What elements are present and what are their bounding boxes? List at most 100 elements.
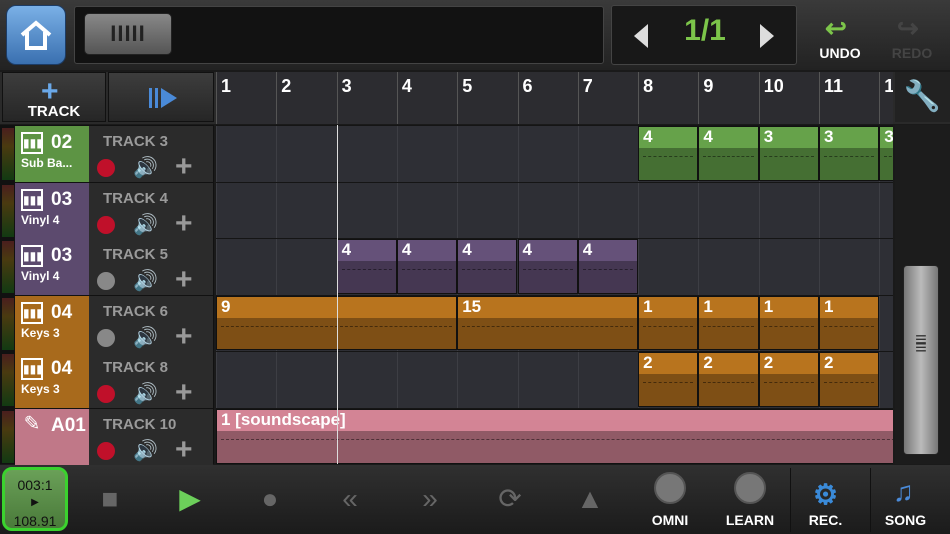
arrangement-grid[interactable]: 4 4 3 3 3 4 4 4 4 4 9 15 1 1 1 1 2 2 2 2 1 [soundscape] [216, 125, 893, 464]
stop-icon: ■ [101, 483, 119, 514]
omni-button[interactable]: OMNI [635, 468, 705, 532]
ruler-bar-number: 5 [457, 72, 472, 124]
track-controls: TRACK 5 🔊 + [89, 239, 213, 297]
clip[interactable]: 2 [698, 352, 759, 407]
record-arm-button[interactable] [97, 215, 115, 234]
instrument-name: Vinyl 4 [21, 269, 60, 284]
track-name[interactable]: TRACK 6 [103, 303, 168, 320]
speaker-icon[interactable]: 🔊 [133, 212, 158, 237]
clip[interactable]: 2 [819, 352, 880, 407]
settings-wrench-icon[interactable]: 🔧 [895, 72, 950, 122]
add-plus-icon[interactable]: + [175, 263, 193, 297]
speaker-icon[interactable]: 🔊 [133, 381, 158, 406]
clip[interactable]: 4 [457, 239, 518, 294]
track-name[interactable]: TRACK 8 [103, 359, 168, 376]
omni-label: OMNI [651, 512, 689, 528]
stop-button[interactable]: ■ [80, 470, 140, 530]
speaker-icon[interactable]: 🔊 [133, 155, 158, 180]
clip-content [824, 382, 875, 384]
clip[interactable]: 3 [819, 126, 880, 181]
song-button[interactable]: ♫ SONG [870, 468, 940, 532]
record-arm-button[interactable] [97, 272, 115, 291]
track-header[interactable]: ▮▮▮ 02 Sub Ba... TRACK 3 🔊 + [0, 126, 214, 184]
follow-playhead-button[interactable] [108, 72, 214, 122]
clip[interactable]: 1 [698, 295, 759, 351]
speaker-icon[interactable]: 🔊 [133, 268, 158, 293]
track-controls: TRACK 10 🔊 + [89, 409, 213, 467]
clip[interactable]: 2 [638, 352, 699, 407]
track-name[interactable]: TRACK 10 [103, 416, 176, 433]
add-plus-icon[interactable]: + [175, 320, 193, 354]
clip[interactable]: 4 [638, 126, 699, 181]
speaker-icon[interactable]: 🔊 [133, 325, 158, 350]
record-arm-button[interactable] [97, 442, 115, 460]
track-header[interactable]: ▮▮▮ 04 Keys 3 TRACK 6 🔊 + [0, 295, 214, 354]
clip[interactable]: 1 [soundscape] [216, 409, 893, 464]
instrument-tag[interactable]: ▮▮▮ 04 Keys 3 [15, 295, 89, 352]
track-header[interactable]: ▮▮▮ 03 Vinyl 4 TRACK 4 🔊 + [0, 182, 214, 241]
level-meter [2, 297, 14, 350]
clip[interactable]: 4 [517, 239, 578, 294]
metronome-button[interactable]: ▲ [560, 470, 620, 530]
keyboard-icon: ▮▮▮ [21, 132, 43, 154]
rewind-button[interactable]: « [320, 470, 380, 530]
instrument-tag[interactable]: ▮▮▮ 02 Sub Ba... [15, 126, 89, 182]
clip[interactable]: 3 [879, 126, 893, 181]
record-arm-button[interactable] [97, 328, 115, 347]
track-header[interactable]: ▮▮▮ 03 Vinyl 4 TRACK 5 🔊 + [0, 239, 214, 297]
clip-label: 3 [884, 127, 893, 146]
learn-button[interactable]: LEARN [715, 468, 785, 532]
clip[interactable]: 4 [336, 239, 397, 294]
track-name[interactable]: TRACK 4 [103, 190, 168, 207]
track-header[interactable]: ✎ A01 TRACK 10 🔊 + [0, 409, 214, 467]
prev-page-button[interactable] [634, 24, 648, 48]
clip-content [824, 325, 875, 327]
clip[interactable]: 3 [758, 126, 819, 181]
instrument-tag[interactable]: ✎ A01 [15, 409, 89, 465]
play-button[interactable]: ▶ [160, 470, 220, 530]
rec-settings-button[interactable]: ⚙ REC. [790, 468, 860, 532]
redo-button[interactable]: ↪ REDO [877, 5, 947, 65]
clip[interactable]: 1 [638, 295, 699, 351]
position-display[interactable]: 003:1 ▶ 108.91 [2, 467, 68, 531]
plus-icon: + [41, 75, 59, 108]
timeline-ruler[interactable]: 123456789101112 [216, 72, 893, 124]
add-plus-icon[interactable]: + [175, 150, 193, 184]
undo-button[interactable]: ↩ UNDO [805, 5, 875, 65]
clip-label: 2 [824, 353, 834, 373]
record-arm-button[interactable] [97, 385, 115, 404]
track-header[interactable]: ▮▮▮ 04 Keys 3 TRACK 8 🔊 + [0, 352, 214, 410]
loop-button[interactable]: ⟳ [480, 470, 540, 530]
undo-arrow-icon: ↩ [825, 13, 847, 43]
add-plus-icon[interactable]: + [175, 207, 193, 241]
track-name[interactable]: TRACK 3 [103, 133, 168, 150]
add-plus-icon[interactable]: + [175, 433, 193, 467]
scroll-thumb[interactable]: ≡ ≡ [903, 265, 939, 455]
level-meter [2, 411, 14, 463]
clip[interactable]: 1 [819, 295, 880, 351]
undo-label: UNDO [819, 45, 861, 61]
add-track-button[interactable]: + TRACK [2, 72, 106, 122]
home-button[interactable] [6, 5, 66, 65]
ruler-bar-number: 12 [879, 72, 893, 124]
keyboard-icon: ▮▮▮ [21, 245, 43, 268]
add-plus-icon[interactable]: + [175, 376, 193, 410]
instrument-tag[interactable]: ▮▮▮ 03 Vinyl 4 [15, 239, 89, 296]
speaker-icon[interactable]: 🔊 [133, 438, 158, 463]
clip[interactable]: 15 [457, 295, 639, 351]
clip[interactable]: 4 [577, 239, 639, 294]
fast-forward-button[interactable]: » [400, 470, 460, 530]
track-name[interactable]: TRACK 5 [103, 246, 168, 263]
clip[interactable]: 2 [758, 352, 819, 407]
next-page-button[interactable] [760, 24, 774, 48]
clip[interactable]: 4 [396, 239, 458, 294]
playhead[interactable] [336, 125, 338, 464]
keyboard-toggle-button[interactable]: IIIII [84, 13, 172, 55]
instrument-tag[interactable]: ▮▮▮ 04 Keys 3 [15, 352, 89, 409]
instrument-tag[interactable]: ▮▮▮ 03 Vinyl 4 [15, 182, 89, 239]
record-arm-button[interactable] [97, 159, 115, 177]
clip[interactable]: 4 [698, 126, 759, 181]
record-button[interactable]: ● [240, 470, 300, 530]
clip[interactable]: 1 [758, 295, 819, 351]
metronome-icon: ▲ [576, 483, 604, 514]
